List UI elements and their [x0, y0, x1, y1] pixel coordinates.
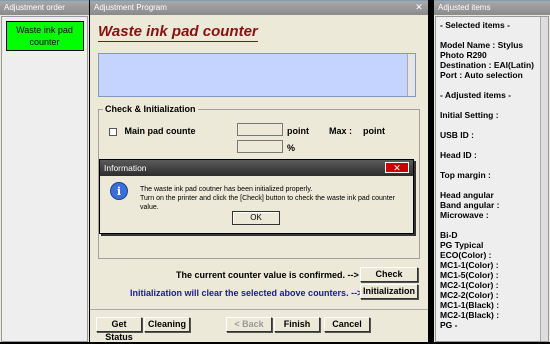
adjusted-item-line: [440, 100, 544, 110]
bottom-divider: [90, 309, 428, 310]
adjusted-item-line: Head angular: [440, 190, 494, 200]
adjusted-item-line: MC1-1(Color) :: [440, 260, 499, 270]
adjusted-item-line: [440, 30, 544, 40]
adjusted-item-line: - Adjusted items -: [440, 90, 511, 100]
adjusted-item-line: PG Typical: [440, 240, 484, 250]
adjusted-item-line: ECO(Color) :: [440, 250, 492, 260]
initialization-button[interactable]: Initialization: [360, 284, 418, 299]
order-item-line1: Waste ink pad: [16, 25, 73, 35]
adjusted-item-line: [440, 120, 544, 130]
adjusted-item-line: PG -: [440, 320, 458, 330]
status-message-box: [98, 53, 416, 97]
adjusted-item-line: Microwave :: [440, 210, 489, 220]
finish-button[interactable]: Finish: [274, 317, 320, 332]
status-scrollbar[interactable]: [407, 54, 415, 96]
max-label: Max :: [329, 126, 353, 136]
info-icon: i: [110, 182, 128, 200]
get-status-button[interactable]: Get Status: [96, 317, 142, 342]
adjusted-item-line: Band angular :: [440, 200, 500, 210]
main-pad-counter-row[interactable]: Main pad counte: [109, 126, 196, 136]
adjusted-item-line: USB ID :: [440, 130, 474, 140]
information-dialog: Information ✕ i The waste ink pad coutne…: [99, 159, 414, 234]
confirm-text: The current counter value is confirmed. …: [176, 270, 359, 280]
adjusted-item-line: - Selected items -: [440, 20, 510, 30]
adjusted-item-line: [440, 220, 544, 230]
main-pad-label: Main pad counte: [124, 126, 196, 136]
back-button[interactable]: < Back: [226, 317, 272, 332]
check-button[interactable]: Check: [360, 267, 418, 282]
adjusted-item-line: Bi-D: [440, 230, 458, 240]
cleaning-button[interactable]: Cleaning: [144, 317, 190, 332]
page-title: Waste ink pad counter: [98, 23, 258, 42]
main-pad-value-field: [237, 123, 283, 136]
adjusted-item-line: MC1-1(Black) :: [440, 300, 500, 310]
adjusted-item-line: [440, 180, 544, 190]
close-icon[interactable]: ✕: [414, 3, 424, 13]
order-item-line2: counter: [29, 37, 60, 47]
group-label: Check & Initialization: [103, 104, 198, 114]
adjusted-item-line: Destination : EAI(Latin): [440, 60, 534, 70]
adjusted-items-panel: Adjusted items - Selected items - Model N…: [434, 0, 550, 342]
point-unit: point: [287, 126, 309, 136]
adjusted-item-line: [440, 140, 544, 150]
adjusted-item-line: Port : Auto selection: [440, 70, 523, 80]
adjusted-items-scrollbar[interactable]: [540, 17, 548, 341]
adjustment-order-panel: Adjustment order Waste ink pad counter: [0, 0, 89, 342]
adjustment-program-title-text: Adjustment Program: [94, 3, 167, 12]
adjusted-item-line: MC1-5(Color) :: [440, 270, 499, 280]
dialog-message-line1: The waste ink pad coutner has been initi…: [140, 186, 313, 193]
adjusted-item-line: MC2-1(Color) :: [440, 280, 499, 290]
adjusted-item-line: MC2-1(Black) :: [440, 310, 500, 320]
adjusted-items-list: - Selected items - Model Name : Stylus Pho…: [435, 16, 549, 342]
adjusted-item-line: Model Name : Stylus: [440, 40, 524, 50]
max-unit: point: [363, 126, 385, 136]
dialog-titlebar: Information ✕: [100, 160, 413, 176]
ok-button[interactable]: OK: [232, 211, 280, 225]
main-pad-percent-field: [237, 140, 283, 153]
adjusted-item-line: Head ID :: [440, 150, 477, 160]
dialog-message-line2: Turn on the printer and click the [Check…: [140, 195, 395, 211]
dialog-close-icon[interactable]: ✕: [385, 162, 409, 173]
adjusted-item-line: [440, 80, 544, 90]
dialog-message: The waste ink pad coutner has been initi…: [140, 185, 413, 212]
adjusted-item-line: Top margin :: [440, 170, 491, 180]
adjustment-order-list: Waste ink pad counter: [1, 16, 88, 342]
adjusted-item-line: Initial Setting :: [440, 110, 499, 120]
adjusted-items-title: Adjusted items: [434, 1, 550, 15]
dialog-title: Information: [104, 163, 147, 173]
adjusted-item-line: [440, 160, 544, 170]
adjusted-item-line: MC2-2(Color) :: [440, 290, 499, 300]
percent-unit: %: [287, 143, 296, 153]
order-item-waste-ink-pad-counter[interactable]: Waste ink pad counter: [5, 21, 84, 51]
adjustment-order-title: Adjustment order: [0, 1, 89, 15]
initialization-text: Initialization will clear the selected a…: [130, 288, 363, 298]
cancel-button[interactable]: Cancel: [324, 317, 370, 332]
main-pad-checkbox[interactable]: [109, 127, 117, 136]
adjustment-program-title: Adjustment Program ✕: [90, 1, 428, 15]
adjusted-item-line: Photo R290: [440, 50, 487, 60]
